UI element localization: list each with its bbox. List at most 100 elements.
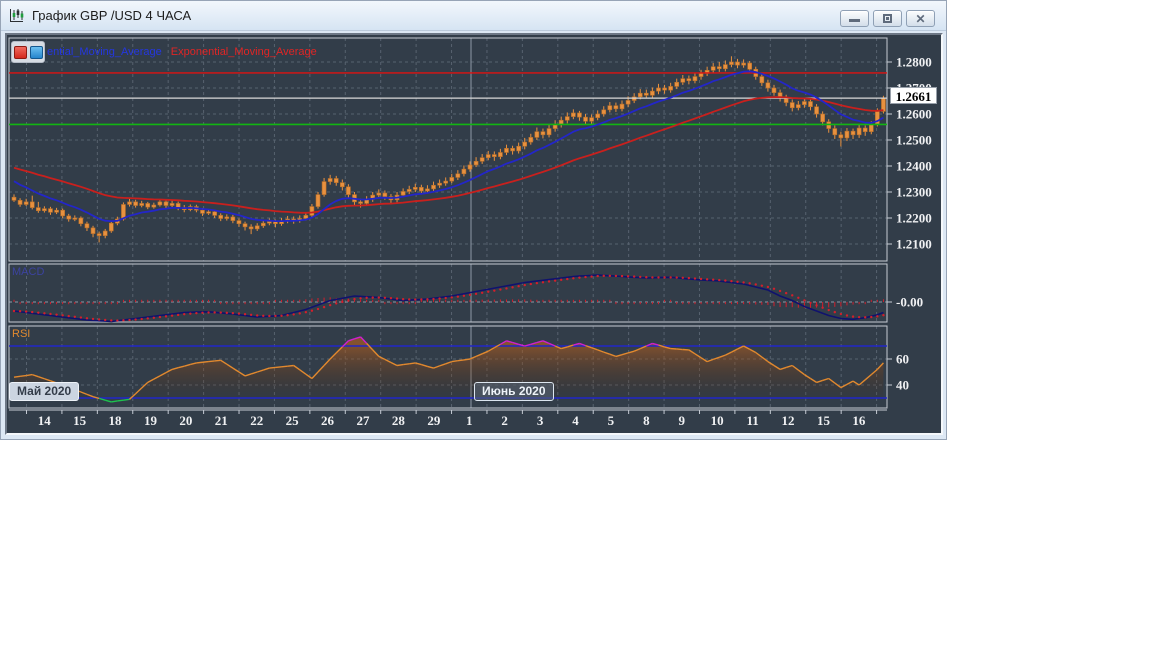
- candle-body: [437, 182, 442, 186]
- macd-signal-dot: [97, 318, 101, 321]
- ema-fast-legend-label[interactable]: ential_Moving_Average: [47, 46, 162, 58]
- macd-signal-dot: [152, 316, 156, 319]
- macd-signal-dot: [353, 297, 356, 301]
- macd-signal-dot: [499, 288, 502, 291]
- candle-body: [236, 220, 242, 225]
- macd-signal-dot: [675, 276, 678, 279]
- candle-body: [832, 128, 838, 136]
- macd-signal-dot: [444, 296, 447, 300]
- macd-signal-dot: [547, 280, 551, 283]
- macd-signal-dot: [49, 312, 52, 316]
- macd-signal-dot: [681, 276, 684, 279]
- candle-body: [17, 200, 23, 205]
- macd-signal-dot: [651, 276, 654, 279]
- ema-fast-color-chip[interactable]: [29, 45, 43, 59]
- macd-signal-dot: [420, 298, 423, 301]
- candle-body: [29, 201, 35, 208]
- macd-signal-dot: [359, 297, 362, 300]
- x-axis-label: 8: [643, 413, 650, 428]
- x-axis-label: 25: [286, 413, 300, 428]
- indicator-legend: ential_Moving_Average Exponential_Moving…: [11, 41, 317, 63]
- macd-signal-dot: [164, 315, 168, 318]
- candle-body: [589, 117, 594, 122]
- rsi-segment: [275, 366, 282, 369]
- candle-body: [716, 66, 722, 70]
- macd-signal-dot: [553, 279, 557, 282]
- rsi-segment: [123, 398, 130, 401]
- close-button[interactable]: ✕: [906, 10, 935, 27]
- x-axis-label: 21: [215, 413, 228, 428]
- minimize-button[interactable]: [840, 10, 869, 27]
- window-titlebar[interactable]: График GBP /USD 4 ЧАСА ✕: [1, 1, 946, 31]
- macd-signal-dot: [523, 283, 526, 287]
- candle-body: [431, 184, 436, 190]
- x-axis-label: 26: [321, 413, 335, 428]
- candle-body: [206, 211, 211, 214]
- macd-signal-dot: [55, 313, 58, 316]
- macd-signal-dot: [657, 276, 660, 279]
- x-axis-label: 16: [852, 413, 866, 428]
- macd-signal-dot: [560, 278, 563, 282]
- maximize-button[interactable]: [873, 10, 902, 27]
- macd-signal-dot: [620, 274, 624, 278]
- macd-signal-dot: [754, 283, 757, 286]
- macd-signal-dot: [292, 313, 295, 316]
- candle-body: [309, 206, 315, 216]
- macd-signal-dot: [43, 312, 46, 315]
- rsi-segment: [269, 366, 276, 369]
- candle-body: [540, 131, 546, 136]
- price-axis-label: 1.2300: [896, 185, 932, 200]
- candle-body: [656, 87, 661, 92]
- candle-body: [151, 204, 157, 208]
- macd-signal-dot: [572, 277, 575, 280]
- candle-body: [747, 62, 752, 70]
- macd-signal-dot: [116, 319, 119, 322]
- macd-signal-dot: [170, 314, 174, 317]
- macd-signal-dot: [608, 274, 612, 278]
- candle-body: [42, 208, 47, 212]
- candle-body: [248, 226, 254, 230]
- macd-signal-dot: [833, 310, 836, 314]
- macd-signal-dot: [176, 313, 180, 317]
- macd-signal-dot: [73, 315, 77, 318]
- macd-signal-dot: [128, 318, 131, 322]
- current-price-tag: 1.2661: [890, 87, 937, 104]
- candle-body: [479, 157, 485, 162]
- x-axis-label: 20: [179, 413, 192, 428]
- macd-signal-dot: [201, 311, 204, 315]
- rsi-segment: [457, 359, 465, 362]
- candle-body: [796, 104, 801, 109]
- candle-body: [66, 215, 72, 220]
- macd-signal-dot: [189, 312, 192, 315]
- x-axis-label: 29: [427, 413, 441, 428]
- ema-slow-legend-label[interactable]: Exponential_Moving_Average: [171, 46, 317, 58]
- macd-signal-dot: [535, 281, 539, 285]
- candle-body: [838, 134, 844, 139]
- candle-body: [78, 217, 84, 225]
- macd-signal-dot: [730, 279, 733, 283]
- candle-body: [455, 173, 461, 178]
- macd-signal-dot: [541, 281, 545, 284]
- macd-signal-dot: [632, 275, 636, 278]
- macd-signal-dot: [401, 297, 405, 301]
- rsi-segment: [403, 363, 410, 366]
- macd-signal-dot: [511, 286, 514, 289]
- candle-body: [613, 105, 619, 110]
- macd-axis-label: -0.00: [896, 295, 923, 310]
- macd-signal-dot: [645, 276, 648, 279]
- chart-area[interactable]: 14 15 18 19 20 21 22 25 26 27 28 29 1 2 3 4 5 8 9 10 11 12 15 1…: [5, 33, 943, 435]
- candle-body: [467, 164, 473, 170]
- price-axis-label: 1.2200: [896, 211, 932, 226]
- rsi-segment: [26, 373, 33, 377]
- chart-canvas[interactable]: 14 15 18 19 20 21 22 25 26 27 28 29 1 2 3 4 5 8 9 10 11 12 15 1…: [7, 35, 941, 433]
- candle-body: [346, 186, 351, 195]
- macd-signal-dot: [839, 312, 843, 316]
- candle-body: [358, 201, 363, 204]
- x-axis-label: 22: [250, 413, 263, 428]
- rsi-segment: [196, 361, 203, 364]
- rsi-segment: [117, 399, 124, 402]
- candle-body: [607, 105, 613, 111]
- macd-signal-dot: [450, 296, 453, 299]
- macd-signal-dot: [31, 310, 34, 314]
- ema-slow-color-chip[interactable]: [13, 45, 27, 59]
